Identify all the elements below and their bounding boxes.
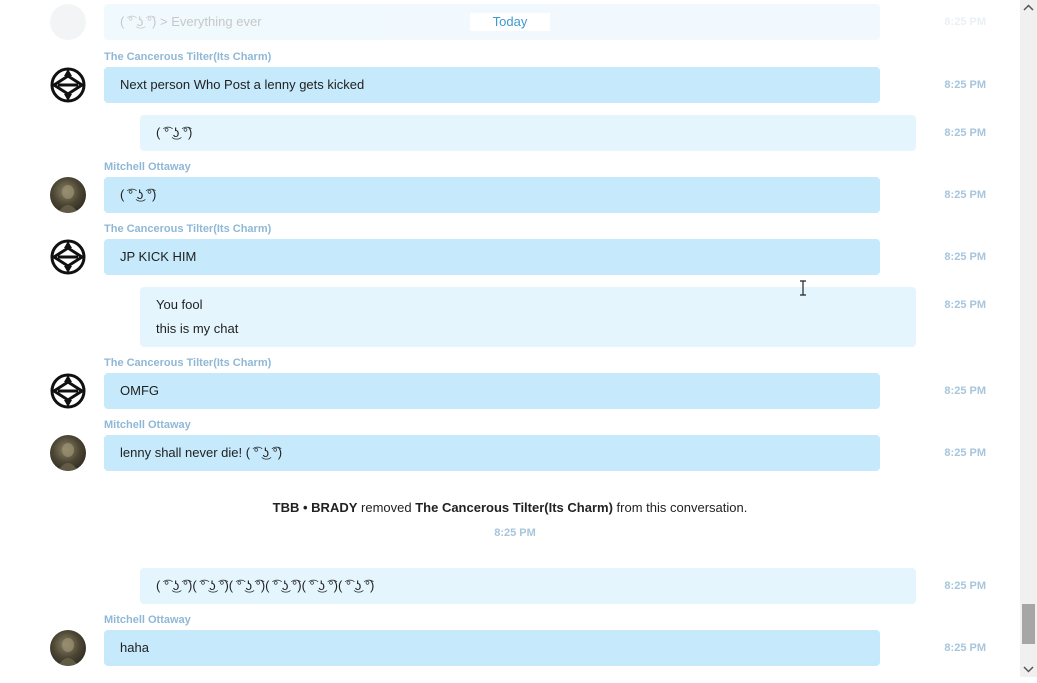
sender-name[interactable]: The Cancerous Tilter(Its Charm) xyxy=(104,356,271,370)
message-text: ( ͡° ͜ʖ ͡°) xyxy=(120,187,157,202)
message-time: 8:25 PM xyxy=(944,385,986,397)
message-time: 8:25 PM xyxy=(944,299,986,311)
message-bubble[interactable]: OMFG xyxy=(104,373,880,409)
chevron-up-icon[interactable] xyxy=(1020,0,1037,17)
system-message: TBB • BRADY removed The Cancerous Tilter… xyxy=(0,500,1020,515)
chat-history[interactable]: ( ͡° ͜ʖ ͡°) > Everything ever 8:25 PM To… xyxy=(0,0,1020,677)
sender-name[interactable]: Mitchell Ottaway xyxy=(104,418,191,432)
sender-name[interactable]: The Cancerous Tilter(Its Charm) xyxy=(104,50,271,64)
message-time: 8:25 PM xyxy=(944,251,986,263)
message-time: 8:25 PM xyxy=(944,79,986,91)
message-text: haha xyxy=(120,640,149,655)
system-action: removed xyxy=(361,500,412,515)
photo-avatar-icon[interactable] xyxy=(50,435,86,471)
emblem-avatar-icon[interactable] xyxy=(50,239,86,275)
message-time: 8:25 PM xyxy=(944,189,986,201)
chevron-down-icon[interactable] xyxy=(1020,660,1037,677)
avatar[interactable] xyxy=(50,4,86,40)
message-text: ( ͡° ͜ʖ ͡°)( ͡° ͜ʖ ͡°)( ͡° ͜ʖ ͡°)( ͡° ͜ʖ… xyxy=(156,578,375,593)
emblem-avatar-icon[interactable] xyxy=(50,67,86,103)
sender-name[interactable]: Mitchell Ottaway xyxy=(104,613,191,627)
message-time: 8:25 PM xyxy=(944,580,986,592)
vertical-scrollbar[interactable] xyxy=(1020,0,1037,677)
message-text: this is my chat xyxy=(156,321,239,336)
message-bubble[interactable]: lenny shall never die! ( ͡° ͜ʖ ͡°) xyxy=(104,435,880,471)
system-actor[interactable]: TBB • BRADY xyxy=(273,500,358,515)
own-message-bubble[interactable]: ( ͡° ͜ʖ ͡°) xyxy=(140,115,916,151)
photo-avatar-icon[interactable] xyxy=(50,630,86,666)
scrollbar-thumb[interactable] xyxy=(1022,604,1035,644)
message-bubble[interactable]: JP KICK HIM xyxy=(104,239,880,275)
system-target[interactable]: The Cancerous Tilter(Its Charm) xyxy=(415,500,613,515)
message-text: JP KICK HIM xyxy=(120,249,197,264)
message-time: 8:25 PM xyxy=(944,447,986,459)
sender-name[interactable]: The Cancerous Tilter(Its Charm) xyxy=(104,222,271,236)
message-text: ( ͡° ͜ʖ ͡°) xyxy=(156,125,193,140)
message-time: 8:25 PM xyxy=(944,16,986,28)
message-time: 8:25 PM xyxy=(944,127,986,139)
emblem-avatar-icon[interactable] xyxy=(50,373,86,409)
message-text: You fool xyxy=(156,297,203,312)
system-suffix: from this conversation. xyxy=(616,500,748,515)
message-bubble[interactable]: Next person Who Post a lenny gets kicked xyxy=(104,67,880,103)
date-separator: Today xyxy=(470,13,550,31)
message-text: Next person Who Post a lenny gets kicked xyxy=(120,77,365,92)
photo-avatar-icon[interactable] xyxy=(50,177,86,213)
message-text: ( ͡° ͜ʖ ͡°) > Everything ever xyxy=(120,14,262,29)
system-message-time: 8:25 PM xyxy=(494,527,536,539)
text-cursor-icon xyxy=(798,280,808,296)
message-text: lenny shall never die! ( ͡° ͜ʖ ͡°) xyxy=(120,445,283,460)
message-text: OMFG xyxy=(120,383,159,398)
message-bubble[interactable]: ( ͡° ͜ʖ ͡°) xyxy=(104,177,880,213)
sender-name[interactable]: Mitchell Ottaway xyxy=(104,160,191,174)
message-bubble[interactable]: haha xyxy=(104,630,880,666)
message-time: 8:25 PM xyxy=(944,642,986,654)
own-message-bubble[interactable]: ( ͡° ͜ʖ ͡°)( ͡° ͜ʖ ͡°)( ͡° ͜ʖ ͡°)( ͡° ͜ʖ… xyxy=(140,568,916,604)
